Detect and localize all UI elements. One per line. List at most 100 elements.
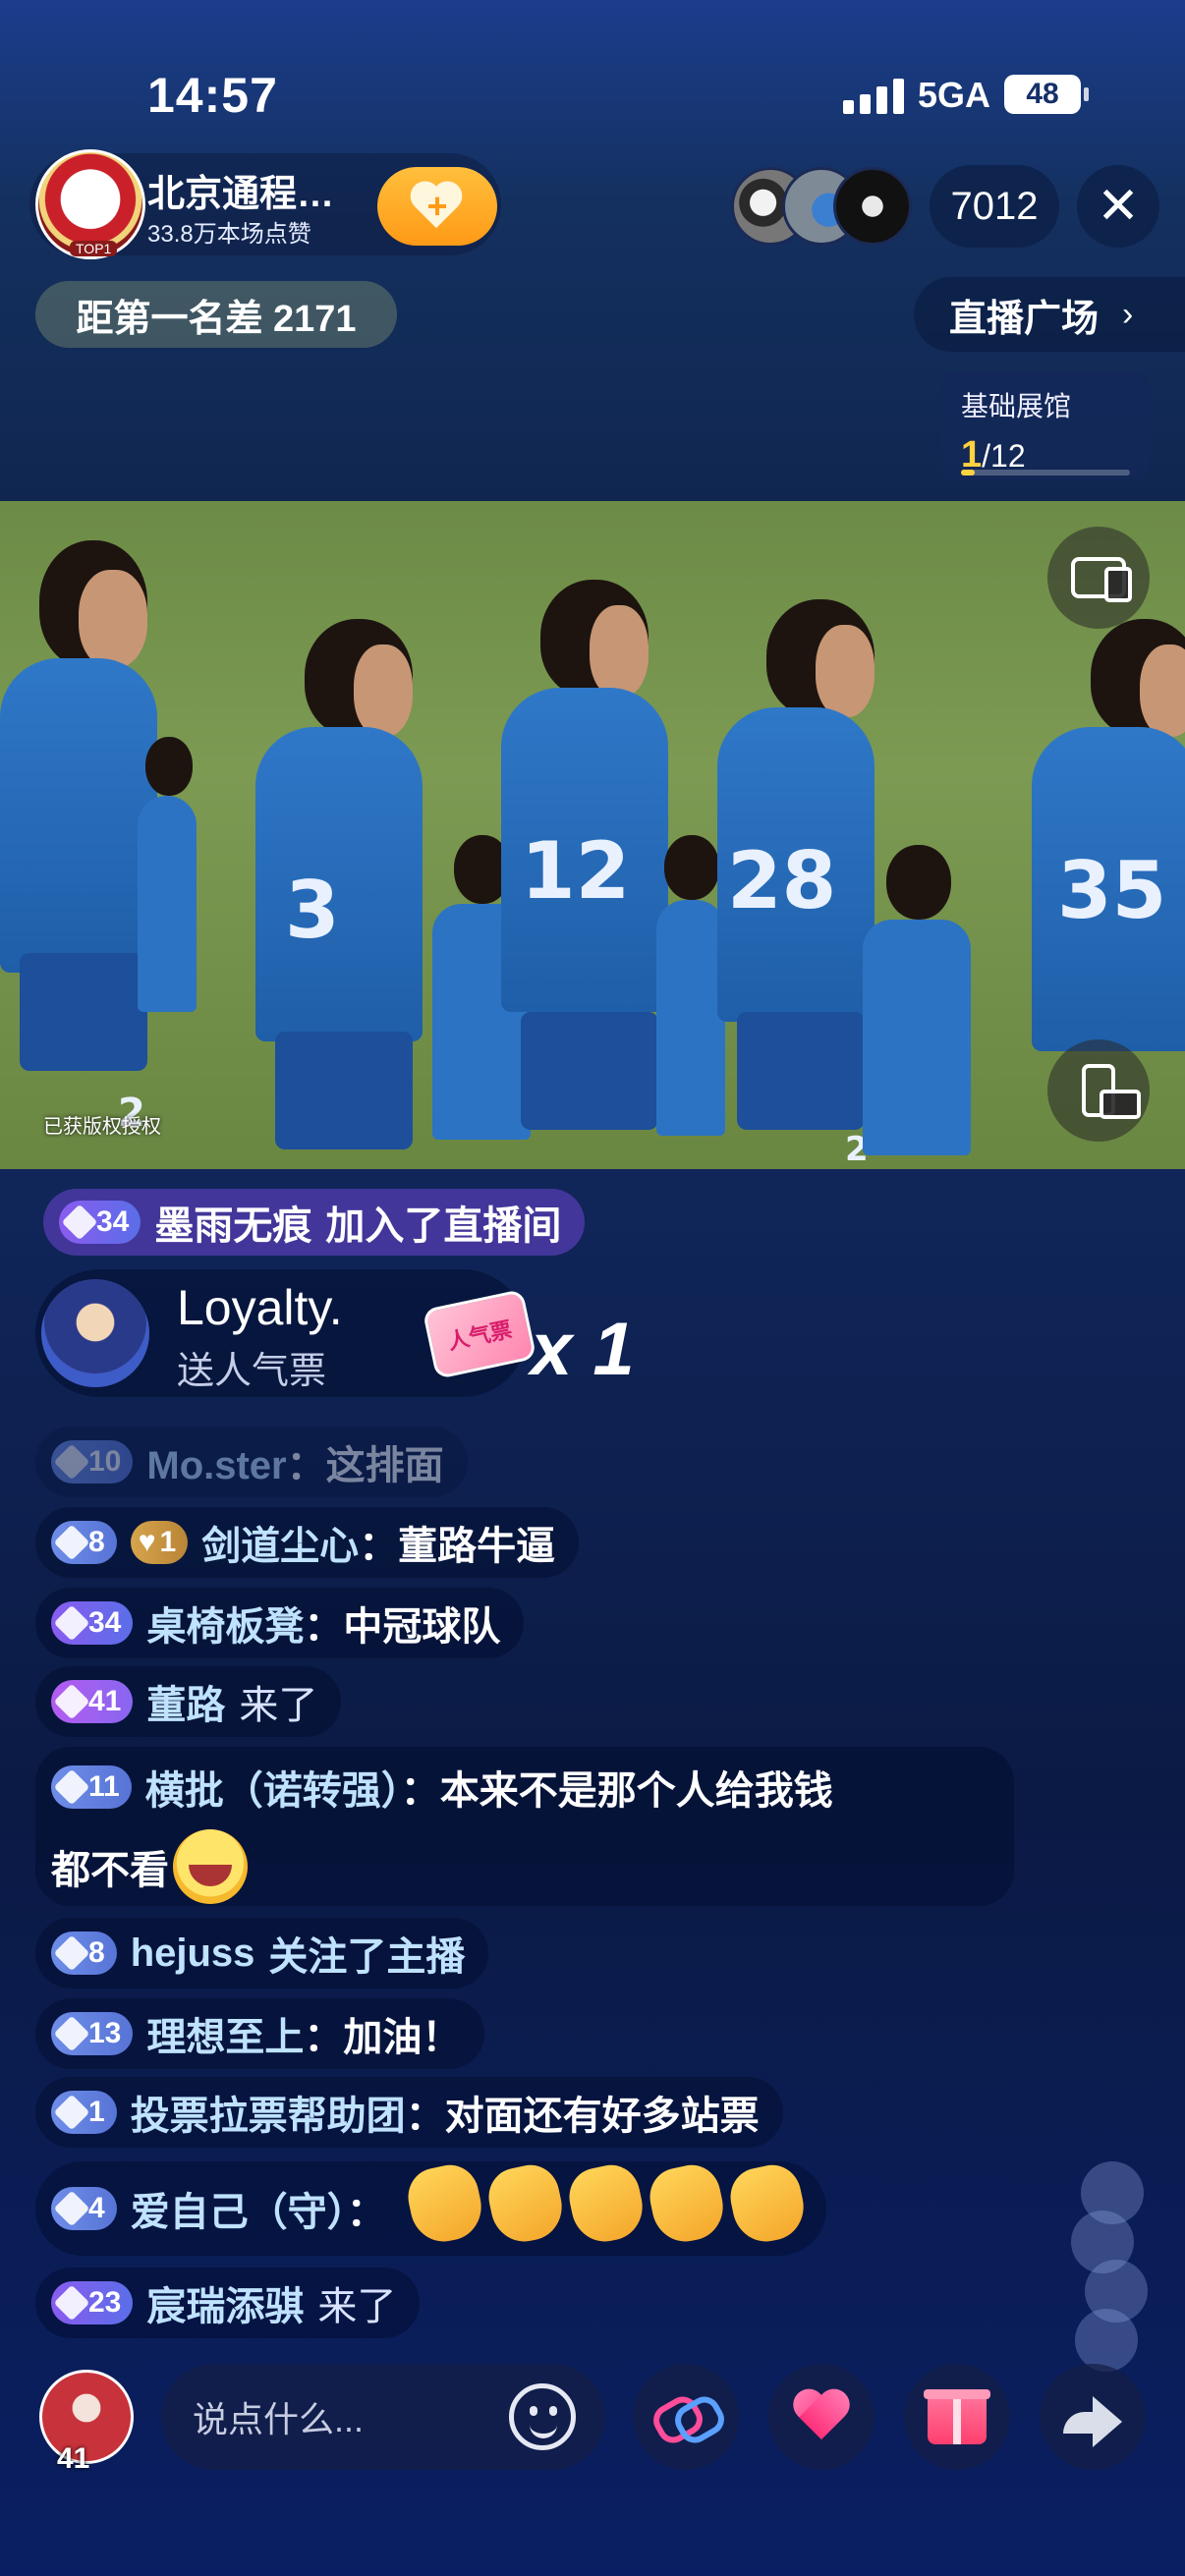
- close-button[interactable]: ✕: [1077, 165, 1159, 248]
- gem-icon: [53, 1604, 90, 1642]
- join-username[interactable]: 墨雨无痕: [154, 1194, 311, 1251]
- chat-message[interactable]: 1 投票拉票帮助团：对面还有好多站票: [35, 2077, 783, 2148]
- exhibit-progress-bar: [961, 470, 1130, 476]
- clapping-hands-emoji-icon: [724, 2159, 810, 2248]
- chat-username: 横批（诺转强）: [144, 1769, 401, 1813]
- chat-username: 爱自己（守）: [130, 2191, 347, 2234]
- chat-text-continued: 都不看: [51, 1849, 169, 1892]
- user-level-badge: 8: [51, 1521, 117, 1564]
- link-mic-button[interactable]: [633, 2364, 739, 2470]
- user-level-badge: 41: [51, 1680, 134, 1723]
- gem-icon: [53, 1934, 90, 1972]
- gem-icon: [53, 2284, 90, 2322]
- player-figure: 28 2: [707, 599, 884, 1169]
- share-button[interactable]: [1040, 2364, 1146, 2470]
- top-viewers-avatars[interactable]: [731, 167, 918, 246]
- chat-username: 桌椅板凳: [146, 1605, 305, 1649]
- clapping-hands-emoji-icon: [563, 2159, 649, 2248]
- host-likes-count: 33.8万本场点赞: [147, 221, 311, 248]
- gift-icon: [924, 2389, 990, 2444]
- gift-button[interactable]: [904, 2364, 1010, 2470]
- user-level-badge: 34: [51, 1601, 134, 1645]
- battery-icon: 48: [1004, 75, 1089, 114]
- live-video[interactable]: 2 3 12 28 2 35 已获版权授权: [0, 501, 1185, 1169]
- like-button[interactable]: [768, 2364, 875, 2470]
- chat-text: ：加油！: [304, 2016, 462, 2059]
- chat-username: 理想至上: [146, 2016, 305, 2059]
- heart-icon: [792, 2390, 851, 2443]
- user-level-badge: 13: [51, 2012, 134, 2055]
- chat-message[interactable]: 8 hejuss 关注了主播: [35, 1918, 489, 1988]
- chat-username: 宸瑞添骐: [146, 2285, 305, 2328]
- gem-icon: [53, 1768, 90, 1806]
- gift-multiplier: x 1: [531, 1308, 635, 1391]
- chat-message[interactable]: 34 桌椅板凳：中冠球队: [35, 1588, 525, 1658]
- gift-sender-avatar[interactable]: [41, 1279, 149, 1387]
- gem-icon: [53, 1443, 90, 1481]
- chat-message[interactable]: 8 ♥ 1 剑道尘心：董路牛逼: [35, 1507, 580, 1578]
- rotate-screen-button[interactable]: [1047, 1039, 1150, 1142]
- heart-icon: ♥: [138, 1526, 156, 1558]
- chat-message[interactable]: 11 横批（诺转强）：本来不是那个人给我钱 都不看: [35, 1747, 1014, 1906]
- laughing-crying-emoji-icon: [173, 1829, 248, 1904]
- exhibit-hall-widget[interactable]: 基础展馆 1/12: [941, 371, 1150, 479]
- gem-icon: [53, 2094, 90, 2131]
- gift-notification: Loyalty. 送人气票 人气票: [35, 1269, 537, 1397]
- gift-sender-name[interactable]: Loyalty.: [177, 1279, 343, 1336]
- chat-message[interactable]: 23 宸瑞添骐 来了: [35, 2268, 421, 2338]
- chat-username: 董路: [146, 1684, 226, 1727]
- clapping-emoji-group: [400, 2159, 810, 2251]
- host-avatar[interactable]: [35, 149, 145, 259]
- chat-username: Mo.ster: [146, 1444, 287, 1487]
- chat-message[interactable]: 41 董路 来了: [35, 1666, 342, 1737]
- network-type: 5GA: [918, 75, 991, 115]
- viewer-count[interactable]: 7012: [930, 165, 1059, 248]
- rank-gap-badge[interactable]: 距第一名差 2171: [35, 281, 397, 348]
- chat-text: ：对面还有好多站票: [405, 2095, 760, 2138]
- emoji-picker-icon[interactable]: [509, 2383, 576, 2450]
- host-name[interactable]: 北京通程…: [147, 163, 334, 217]
- chat-username: 剑道尘心: [201, 1525, 360, 1568]
- chat-text: ：中冠球队: [304, 1605, 501, 1649]
- player-figure: 12: [501, 580, 678, 1169]
- link-icon: [654, 2400, 717, 2434]
- screen-mode-button[interactable]: [1047, 527, 1150, 629]
- chat-username: hejuss: [130, 1931, 255, 1975]
- status-time: 14:57: [147, 68, 278, 123]
- popularity-ticket-icon: 人气票: [422, 1288, 537, 1380]
- user-level-badge: 11: [51, 1765, 132, 1809]
- close-icon: ✕: [1097, 178, 1140, 235]
- user-level-badge: 34: [59, 1201, 141, 1244]
- live-plaza-button[interactable]: 直播广场 ›: [914, 277, 1185, 352]
- viewer-avatar[interactable]: [833, 167, 912, 246]
- join-action: 加入了直播间: [325, 1204, 562, 1248]
- user-level-badge: 4: [51, 2187, 117, 2230]
- gem-icon: [53, 1683, 90, 1720]
- player-figure: 3: [246, 619, 432, 1169]
- chat-text: 来了: [239, 1684, 318, 1727]
- chat-text: ：这排面: [286, 1444, 444, 1487]
- chat-text: ：董路牛逼: [359, 1525, 556, 1568]
- user-level-badge: 10: [51, 1440, 134, 1484]
- gem-icon: [53, 2015, 90, 2052]
- chevron-right-icon: ›: [1122, 295, 1134, 333]
- rotate-screen-icon: [1082, 1064, 1141, 1119]
- chat-text: 关注了主播: [268, 1935, 466, 1979]
- join-notification: 34 墨雨无痕 加入了直播间: [43, 1189, 586, 1256]
- live-plaza-label: 直播广场: [949, 298, 1100, 340]
- gem-icon: [53, 2190, 90, 2227]
- chat-message[interactable]: 13 理想至上：加油！: [35, 1998, 485, 2069]
- clapping-hands-emoji-icon: [402, 2159, 487, 2248]
- chat-text: ：本来不是那个人给我钱: [400, 1769, 833, 1813]
- fan-club-badge: ♥ 1: [130, 1521, 189, 1564]
- clapping-hands-emoji-icon: [482, 2159, 568, 2248]
- user-level-badge: 23: [51, 2281, 134, 2324]
- chat-message[interactable]: 10 Mo.ster：这排面: [35, 1427, 468, 1497]
- my-level-badge: 41: [57, 2442, 90, 2475]
- gift-action: 送人气票: [177, 1351, 327, 1392]
- exhibit-title: 基础展馆: [961, 391, 1072, 421]
- chat-username: 投票拉票帮助团: [130, 2095, 406, 2138]
- user-level-badge: 8: [51, 1932, 117, 1975]
- chat-message[interactable]: 4 爱自己（守）：: [35, 2159, 826, 2256]
- follow-button[interactable]: +: [377, 167, 497, 246]
